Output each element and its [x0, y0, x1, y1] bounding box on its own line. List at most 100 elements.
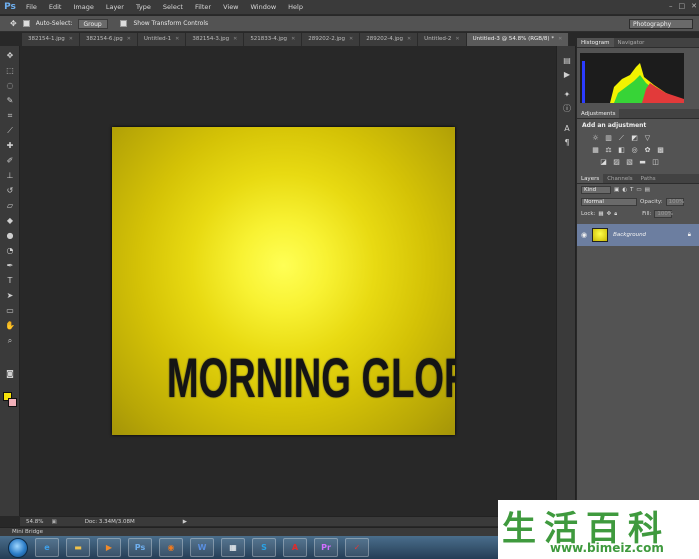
zoom-level[interactable]: 54.8%	[26, 519, 43, 525]
info-icon[interactable]: ⓘ	[561, 102, 573, 114]
screen-mode-icon[interactable]	[4, 371, 16, 382]
status-arrow-icon[interactable]: ▶	[183, 519, 187, 525]
tab-layers[interactable]: Layers	[577, 174, 604, 183]
eyedropper-tool-icon[interactable]: ⟋	[4, 125, 16, 136]
menu-type[interactable]: Type	[130, 0, 157, 15]
photo-filter-icon[interactable]: ◎	[630, 146, 639, 154]
close-icon[interactable]: ✕	[69, 33, 73, 46]
hand-tool-icon[interactable]: ✋	[4, 320, 16, 331]
path-selection-tool-icon[interactable]: ➤	[4, 290, 16, 301]
taskbar-app-9[interactable]: A	[283, 538, 307, 557]
taskbar-app-2[interactable]: ▬	[66, 538, 90, 557]
menu-filter[interactable]: Filter	[189, 0, 217, 15]
healing-brush-tool-icon[interactable]: ✚	[4, 140, 16, 151]
invert-icon[interactable]: ◪	[599, 158, 608, 166]
tab-doc-8[interactable]: Untitled-2 ✕	[418, 33, 467, 46]
history-icon[interactable]: ▤	[561, 54, 573, 66]
filter-type-icon[interactable]: T	[630, 187, 633, 193]
paint-bucket-tool-icon[interactable]: ◆	[4, 215, 16, 226]
eraser-tool-icon[interactable]: ▱	[4, 200, 16, 211]
document-canvas[interactable]: MORNING GLORY	[112, 127, 455, 435]
tab-doc-3[interactable]: Untitled-1 ✕	[138, 33, 187, 46]
channel-mixer-icon[interactable]: ✿	[643, 146, 652, 154]
exposure-icon[interactable]: ◩	[630, 134, 639, 142]
layer-row-background[interactable]: ◉ Background 🔒︎	[577, 224, 699, 246]
status-menu-icon[interactable]: ▣	[51, 519, 56, 525]
transform-controls-checkbox[interactable]	[120, 20, 128, 27]
brush-presets-icon[interactable]: ✦	[561, 88, 573, 100]
color-lookup-icon[interactable]: ▩	[656, 146, 665, 154]
filter-adjust-icon[interactable]: ◐	[622, 187, 627, 193]
type-tool-icon[interactable]: T	[4, 275, 16, 286]
vibrance-icon[interactable]: ▽	[643, 134, 652, 142]
close-icon[interactable]: ✕	[349, 33, 353, 46]
workspace-dropdown[interactable]: Photography	[629, 19, 693, 29]
menu-view[interactable]: View	[217, 0, 244, 15]
tab-histogram[interactable]: Histogram	[577, 38, 614, 47]
lasso-tool-icon[interactable]: ◌	[4, 80, 16, 91]
auto-select-dropdown[interactable]: Group	[78, 18, 109, 29]
gradient-map-icon[interactable]: ▬	[638, 158, 647, 166]
color-balance-icon[interactable]: ⚖	[604, 146, 613, 154]
tab-channels[interactable]: Channels	[603, 174, 636, 183]
fill-input[interactable]: 100%	[654, 210, 673, 218]
hue-saturation-icon[interactable]: ▦	[591, 146, 600, 154]
visibility-eye-icon[interactable]: ◉	[581, 231, 587, 239]
levels-icon[interactable]: ▥	[604, 134, 613, 142]
layer-kind-dropdown[interactable]: Kind	[581, 186, 611, 194]
history-brush-tool-icon[interactable]: ↺	[4, 185, 16, 196]
curves-icon[interactable]: ⟋	[617, 134, 626, 142]
background-color-swatch[interactable]	[8, 398, 17, 407]
paragraph-icon[interactable]: ¶	[561, 136, 573, 148]
close-icon[interactable]: ✕	[407, 33, 411, 46]
blend-mode-dropdown[interactable]: Normal	[581, 198, 637, 206]
menu-window[interactable]: Window	[245, 0, 283, 15]
taskbar-app-4[interactable]: Ps	[128, 538, 152, 557]
threshold-icon[interactable]: ▧	[625, 158, 634, 166]
close-icon[interactable]: ✕	[455, 33, 459, 46]
dodge-tool-icon[interactable]: ◔	[4, 245, 16, 256]
lock-pixels-icon[interactable]: ▦	[598, 211, 603, 217]
tab-navigator[interactable]: Navigator	[614, 38, 649, 47]
tab-doc-6[interactable]: 289202-2.jpg ✕	[302, 33, 361, 46]
tab-doc-2[interactable]: 382154-6.jpg ✕	[80, 33, 138, 46]
menu-image[interactable]: Image	[67, 0, 99, 15]
filter-smart-icon[interactable]: ▤	[645, 187, 650, 193]
taskbar-app-3[interactable]: ▶	[97, 538, 121, 557]
filter-shape-icon[interactable]: ▭	[636, 187, 641, 193]
clone-stamp-tool-icon[interactable]: ⊥	[4, 170, 16, 181]
mini-bridge-tab[interactable]: Mini Bridge	[0, 527, 556, 536]
filter-pixel-icon[interactable]: ▣	[614, 187, 619, 193]
move-tool-icon[interactable]: ✥	[4, 50, 16, 61]
zoom-tool-icon[interactable]: ⌕	[4, 335, 16, 346]
menu-edit[interactable]: Edit	[43, 0, 68, 15]
menu-layer[interactable]: Layer	[100, 0, 130, 15]
close-icon[interactable]: ✕	[233, 33, 237, 46]
tab-doc-active[interactable]: Untitled-3 @ 54.8% (RGB/8) * ✕	[466, 33, 570, 46]
tab-doc-7[interactable]: 289202-4.jpg ✕	[360, 33, 419, 46]
lock-all-icon[interactable]: 🔒︎	[614, 211, 617, 218]
close-icon[interactable]: ✕	[691, 2, 697, 10]
quick-select-tool-icon[interactable]: ✎	[4, 95, 16, 106]
move-tool-icon[interactable]: ✥	[10, 19, 17, 28]
tab-paths[interactable]: Paths	[637, 174, 660, 183]
posterize-icon[interactable]: ▨	[612, 158, 621, 166]
taskbar-app-6[interactable]: W	[190, 538, 214, 557]
tab-doc-5[interactable]: 521833-4.jpg ✕	[244, 33, 303, 46]
taskbar-app-5[interactable]: ◉	[159, 538, 183, 557]
start-button[interactable]	[8, 537, 28, 558]
shape-tool-icon[interactable]: ▭	[4, 305, 16, 316]
minimize-icon[interactable]: –	[669, 2, 673, 10]
tab-doc-1[interactable]: 382154-1.jpg ✕	[22, 33, 80, 46]
close-icon[interactable]: ✕	[291, 33, 295, 46]
opacity-input[interactable]: 100%	[665, 198, 684, 206]
selective-color-icon[interactable]: ◫	[651, 158, 660, 166]
pen-tool-icon[interactable]: ✒	[4, 260, 16, 271]
taskbar-app-8[interactable]: S	[252, 538, 276, 557]
taskbar-app-11[interactable]: ✓	[345, 538, 369, 557]
auto-select-checkbox[interactable]	[22, 20, 30, 27]
close-icon[interactable]: ✕	[127, 33, 131, 46]
taskbar-app-10[interactable]: Pr	[314, 538, 338, 557]
marquee-tool-icon[interactable]: ⬚	[4, 65, 16, 76]
menu-select[interactable]: Select	[157, 0, 189, 15]
